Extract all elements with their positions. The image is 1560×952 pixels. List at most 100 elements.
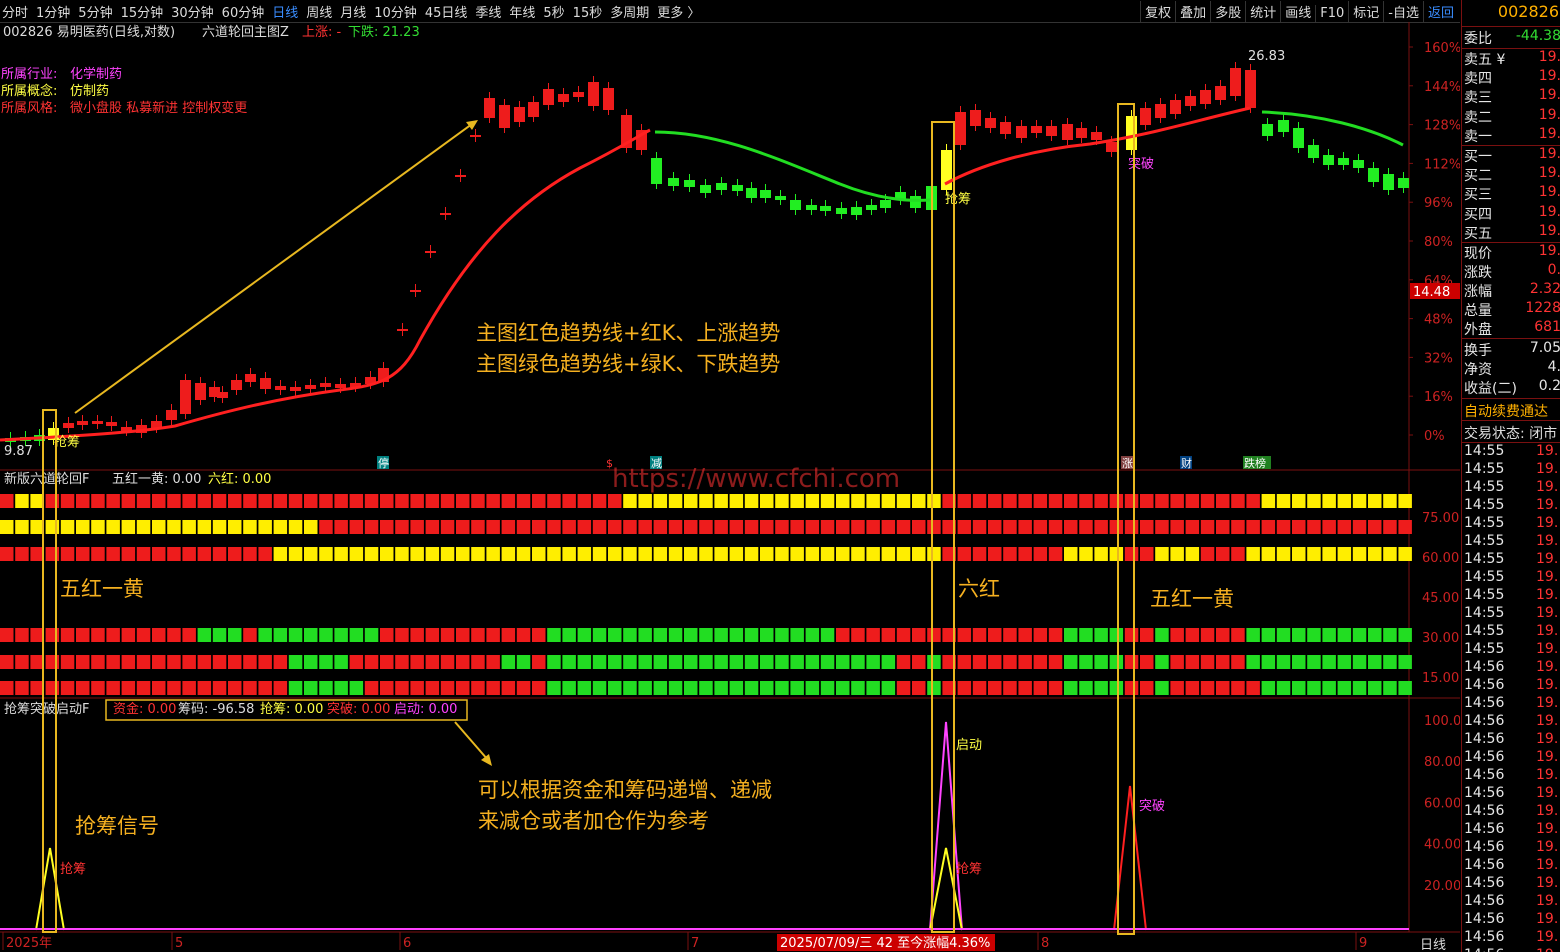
tick-time: 14:56 — [1464, 767, 1505, 783]
period-tab[interactable]: 5分钟 — [78, 6, 112, 21]
period-tab[interactable]: 日线 — [272, 6, 298, 21]
signal-block — [106, 681, 120, 695]
main-y-tick: 80% — [1424, 235, 1453, 250]
signal-block — [1003, 628, 1017, 642]
stat2-row-label: 收益(二) — [1464, 381, 1517, 397]
signal-block — [1246, 681, 1260, 695]
panel3-annotation-2: 来减仓或者加仓作为参考 — [478, 809, 709, 833]
stock-code[interactable]: 002826 — [1462, 2, 1560, 24]
period-tab[interactable]: 分时 — [2, 6, 28, 21]
candle-body — [1031, 126, 1042, 133]
signal-block — [1018, 655, 1032, 669]
signal-block — [410, 520, 424, 534]
signal-block — [1200, 628, 1215, 642]
tick-price: 19. — [1536, 497, 1559, 513]
signal-block — [1064, 520, 1078, 534]
signal-block — [0, 655, 14, 669]
signal-block — [896, 494, 911, 508]
chart-canvas[interactable]: 002826 易明医药(日线,对数) 六道轮回主图Z 上涨: - 下跌: 21.… — [0, 22, 1460, 952]
period-tab[interactable]: 15分钟 — [121, 6, 164, 21]
period-tab[interactable]: 60分钟 — [222, 6, 265, 21]
signal-block — [1185, 520, 1200, 534]
signal-block — [1155, 655, 1169, 669]
signal-block — [212, 494, 227, 508]
tool-button[interactable]: -自选 — [1383, 1, 1423, 22]
candle-body — [668, 178, 679, 186]
peak-label-3: 抢筹 — [956, 861, 982, 877]
stat2-row: 收益(二) 0.2 — [1464, 378, 1560, 397]
signal-block — [1079, 520, 1093, 534]
candle-body — [180, 380, 191, 414]
signal-block — [577, 494, 592, 508]
signal-block — [577, 681, 592, 695]
period-tab[interactable]: 30分钟 — [171, 6, 214, 21]
notice[interactable]: 自动续费通达 — [1464, 401, 1560, 420]
signal-block — [927, 628, 941, 642]
period-tab[interactable]: 多周期 — [610, 6, 649, 21]
signal-block — [334, 494, 348, 508]
period-tab[interactable]: 1分钟 — [36, 6, 70, 21]
period-label[interactable]: 日线 — [1420, 938, 1446, 952]
candle-body — [820, 206, 831, 211]
tool-button[interactable]: 画线 — [1280, 1, 1315, 22]
tick-row: 14:56 19. — [1464, 803, 1560, 821]
signal-block — [699, 494, 713, 508]
tick-price: 19. — [1536, 947, 1558, 952]
period-tab[interactable]: 15秒 — [573, 6, 603, 21]
weibi-value: -44.38 — [1515, 28, 1560, 44]
separator — [1462, 26, 1560, 27]
signal-block — [1124, 520, 1139, 534]
sell-row: 卖五 ¥ 19. — [1464, 49, 1560, 68]
tool-button[interactable]: F10 — [1315, 5, 1348, 22]
period-tab[interactable]: 45日线 — [425, 6, 468, 21]
panel3-y-tick: 80.00 — [1424, 755, 1460, 770]
tick-price: 19. — [1536, 713, 1559, 729]
signal-block — [319, 547, 333, 561]
candle-body — [1368, 168, 1379, 182]
signal-block — [91, 681, 105, 695]
tick-time: 14:56 — [1464, 659, 1505, 675]
signal-block — [592, 681, 607, 695]
tool-button[interactable]: 多股 — [1210, 1, 1245, 22]
main-y-tick: 160% — [1424, 41, 1460, 56]
tick-price: 19. — [1536, 731, 1559, 747]
tool-button[interactable]: 返回 — [1422, 1, 1458, 22]
period-tab[interactable]: 年线 — [509, 6, 535, 21]
signal-block — [516, 520, 531, 534]
tool-button[interactable]: 统计 — [1245, 1, 1280, 22]
signal-block — [1276, 655, 1291, 669]
signal-block — [440, 628, 455, 642]
signal-block — [1307, 681, 1321, 695]
signal-block — [851, 681, 865, 695]
signal-block — [15, 520, 29, 534]
signal-block — [1170, 655, 1184, 669]
signal-block — [1276, 547, 1291, 561]
tool-button[interactable]: 复权 — [1140, 1, 1175, 22]
signal-block — [30, 681, 44, 695]
tool-button[interactable]: 叠加 — [1175, 1, 1210, 22]
signal-block — [881, 520, 896, 534]
signal-block — [896, 520, 911, 534]
signal-block — [1246, 494, 1260, 508]
candle-body — [806, 205, 817, 210]
stat-row-value: 681 — [1534, 319, 1560, 335]
signal-block — [304, 520, 318, 534]
panel2-label-3: 五红一黄 — [1150, 587, 1234, 611]
period-tab[interactable]: 月线 — [340, 6, 366, 21]
tick-time: 14:56 — [1464, 713, 1505, 729]
period-tab[interactable]: 季线 — [475, 6, 501, 21]
tool-button[interactable]: 标记 — [1348, 1, 1383, 22]
panel3-y-tick: 40.00 — [1424, 838, 1460, 853]
period-tab[interactable]: 更多 〉 — [657, 6, 700, 21]
signal-block — [896, 628, 911, 642]
period-tab[interactable]: 5秒 — [543, 6, 564, 21]
period-tab[interactable]: 10分钟 — [374, 6, 417, 21]
signal-block — [364, 494, 379, 508]
signal-block — [1383, 547, 1397, 561]
signal-block — [380, 655, 394, 669]
tick-row: 14:55 19. — [1464, 443, 1560, 461]
period-tab[interactable]: 周线 — [306, 6, 332, 21]
peak-label-2: 启动 — [956, 738, 982, 753]
signal-block — [197, 655, 212, 669]
signal-block — [1352, 494, 1367, 508]
